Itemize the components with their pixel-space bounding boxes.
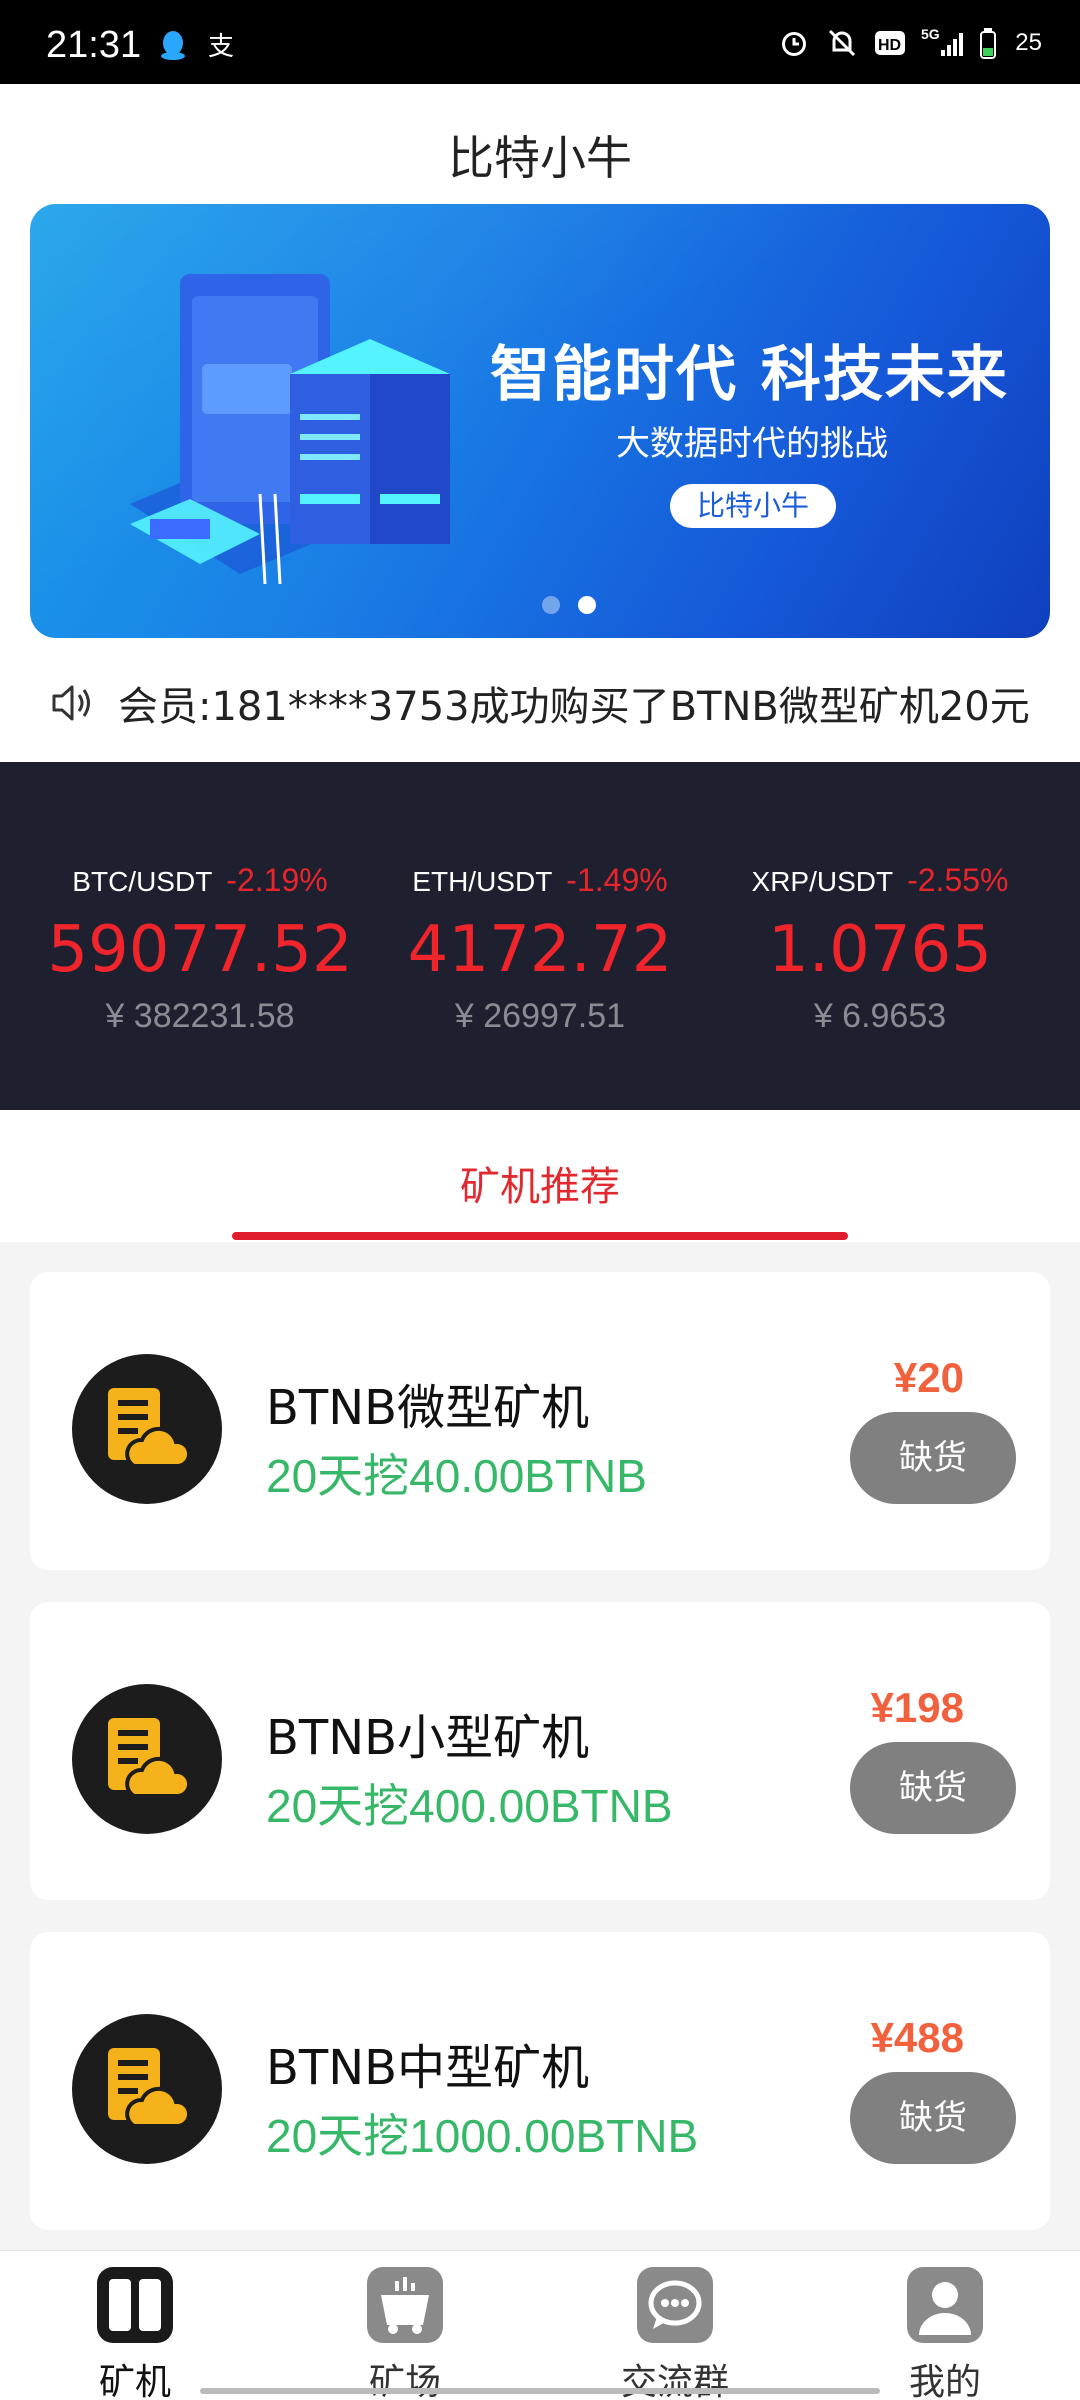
product-card[interactable]: BTNB微型矿机 20天挖40.00BTNB ¥20 缺货 — [30, 1272, 1050, 1570]
chat-icon — [637, 2267, 713, 2343]
out-of-stock-button[interactable]: 缺货 — [850, 2072, 1016, 2164]
page-title: 比特小牛 — [448, 131, 632, 185]
battery-icon — [980, 28, 997, 59]
carousel-dot-2[interactable] — [578, 596, 596, 614]
ticker-change: -2.55% — [907, 862, 1009, 898]
miner-icon — [97, 2267, 173, 2343]
out-of-stock-button[interactable]: 缺货 — [850, 1412, 1016, 1504]
section-tabs: 矿机推荐 — [0, 1110, 1080, 1242]
ticker-eth[interactable]: ETH/USDT -1.49% 4172.72 ¥ 26997.51 — [360, 862, 720, 1036]
alarm-icon — [782, 32, 807, 56]
product-price: ¥488 — [870, 2014, 964, 2061]
server-cloud-icon — [108, 2048, 191, 2128]
server-cloud-icon — [108, 1718, 191, 1798]
miner-product-icon — [72, 1354, 222, 1504]
ticker-change: -2.19% — [226, 862, 328, 898]
miner-product-icon — [72, 1684, 222, 1834]
ticker-change: -1.49% — [566, 862, 668, 898]
product-price: ¥20 — [893, 1354, 964, 1401]
nav-item-profile[interactable]: 我的 — [810, 2265, 1080, 2400]
promo-banner[interactable]: 智能时代 科技未来 大数据时代的挑战 比特小牛 — [30, 204, 1050, 638]
banner-brand-button[interactable]: 比特小牛 — [670, 484, 836, 528]
user-icon — [907, 2267, 983, 2343]
ticker-xrp[interactable]: XRP/USDT -2.55% 1.0765 ¥ 6.9653 — [700, 862, 1060, 1036]
server-illustration — [130, 274, 450, 585]
ticker-pair: XRP/USDT — [751, 866, 894, 897]
product-name: BTNB小型矿机 — [266, 1710, 590, 1766]
battery-level: 25 — [1015, 29, 1042, 56]
ticker-pair: BTC/USDT — [72, 866, 213, 897]
status-time: 21:31 — [46, 24, 142, 66]
ticker-btc[interactable]: BTC/USDT -2.19% 59077.52 ¥ 382231.58 — [20, 862, 380, 1036]
status-right: HD 5G 25 — [777, 26, 1042, 60]
hd-icon: HD — [875, 31, 906, 55]
ticker-cny: ¥ 6.9653 — [813, 997, 947, 1035]
nav-item-miners[interactable]: 矿机 — [0, 2265, 270, 2400]
purchase-notice: 会员:181****3753成功购买了BTNB微型矿机20元 — [50, 676, 1030, 730]
speaker-icon — [52, 685, 90, 721]
product-name: BTNB微型矿机 — [266, 1380, 590, 1436]
tab-active-indicator — [232, 1232, 848, 1240]
ticker-cny: ¥ 26997.51 — [454, 997, 626, 1035]
ticker-pair: ETH/USDT — [412, 866, 553, 897]
product-name: BTNB中型矿机 — [266, 2040, 590, 2096]
market-ticker: BTC/USDT -2.19% 59077.52 ¥ 382231.58 ETH/… — [0, 762, 1080, 1110]
product-yield: 20天挖1000.00BTNB — [266, 2110, 699, 2162]
mute-icon — [829, 29, 856, 57]
banner-subtitle: 大数据时代的挑战 — [616, 424, 888, 464]
ticker-price: 1.0765 — [768, 913, 992, 987]
qq-icon — [161, 31, 185, 60]
signal-icon: 5G — [921, 26, 964, 56]
mine-cart-icon — [367, 2267, 443, 2343]
miner-product-icon — [72, 2014, 222, 2164]
ticker-price: 59077.52 — [47, 913, 353, 987]
nav-item-mine[interactable]: 矿场 — [270, 2265, 540, 2400]
product-yield: 20天挖40.00BTNB — [266, 1450, 647, 1502]
ticker-cny: ¥ 382231.58 — [105, 997, 295, 1035]
out-of-stock-button[interactable]: 缺货 — [850, 1742, 1016, 1834]
banner-headline: 智能时代 科技未来 — [490, 340, 1009, 410]
status-bar: 21:31 支 HD 5G 25 — [0, 0, 1080, 84]
notice-text: 会员:181****3753成功购买了BTNB微型矿机20元 — [118, 684, 1030, 730]
ticker-price: 4172.72 — [407, 913, 673, 987]
product-card[interactable]: BTNB小型矿机 20天挖400.00BTNB ¥198 缺货 — [30, 1602, 1050, 1900]
bottom-navigation: 矿机 矿场 交流群 我的 — [0, 2250, 1080, 2400]
svg-text:支: 支 — [208, 32, 234, 62]
home-indicator[interactable] — [200, 2388, 880, 2394]
svg-text:5G: 5G — [921, 26, 940, 42]
product-yield: 20天挖400.00BTNB — [266, 1780, 673, 1832]
server-cloud-icon — [108, 1388, 191, 1468]
product-price: ¥198 — [870, 1684, 964, 1731]
product-card[interactable]: BTNB中型矿机 20天挖1000.00BTNB ¥488 缺货 — [30, 1932, 1050, 2230]
svg-text:HD: HD — [878, 37, 901, 54]
carousel-dot-1[interactable] — [542, 596, 560, 614]
nav-item-chat-group[interactable]: 交流群 — [540, 2265, 810, 2400]
tab-recommended-miners[interactable]: 矿机推荐 — [0, 1154, 1080, 1212]
app-header: 比特小牛 — [0, 84, 1080, 196]
alipay-icon: 支 — [208, 32, 234, 62]
